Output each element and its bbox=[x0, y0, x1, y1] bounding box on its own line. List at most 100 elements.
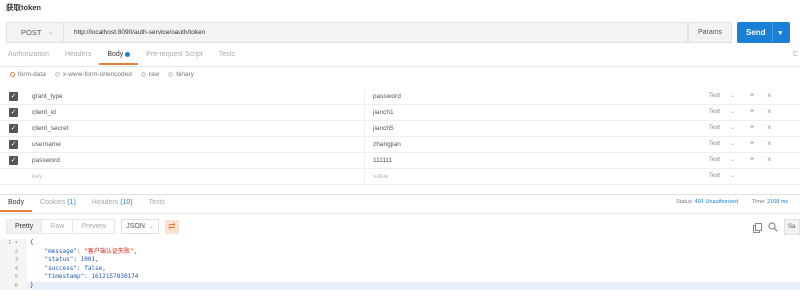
copy-icon[interactable] bbox=[753, 223, 762, 233]
type-select[interactable]: Text bbox=[709, 173, 720, 179]
bulk-edit-icon[interactable]: ≡ bbox=[750, 108, 754, 115]
chevron-down-icon: ⌄ bbox=[148, 224, 154, 230]
tab-count: (1) bbox=[67, 199, 76, 206]
chevron-down-icon[interactable]: ⌄ bbox=[730, 156, 735, 163]
window-title: 获取token bbox=[6, 3, 42, 12]
send-button[interactable]: Send ▾ bbox=[737, 22, 790, 43]
params-button[interactable]: Params bbox=[688, 22, 732, 43]
new-value-input[interactable]: value bbox=[373, 173, 389, 180]
type-select[interactable]: Text bbox=[709, 109, 720, 115]
status-label: Status: bbox=[676, 199, 694, 205]
language-select[interactable]: JSON ⌄ bbox=[121, 219, 159, 234]
format-preview[interactable]: Preview bbox=[72, 219, 116, 234]
chevron-down-icon[interactable]: ⌄ bbox=[730, 108, 735, 115]
radio-label: raw bbox=[148, 71, 160, 78]
code-line: } bbox=[30, 282, 34, 291]
divider bbox=[0, 213, 800, 214]
tab-headers[interactable]: Headers bbox=[57, 49, 99, 65]
type-select[interactable]: Text bbox=[709, 157, 720, 163]
format-raw[interactable]: Raw bbox=[41, 219, 73, 234]
tab-pre-request-script[interactable]: Pre-request Script bbox=[138, 49, 210, 65]
checkbox[interactable]: ✓ bbox=[9, 92, 18, 101]
form-key[interactable]: grant_type bbox=[32, 93, 63, 100]
radio-icon bbox=[168, 72, 174, 77]
bulk-edit-icon[interactable]: ≡ bbox=[750, 140, 754, 147]
body-indicator-dot bbox=[125, 51, 131, 57]
form-key[interactable]: client_secret bbox=[32, 125, 69, 132]
checkbox[interactable]: ✓ bbox=[9, 140, 18, 149]
close-icon[interactable]: × bbox=[767, 139, 772, 148]
column-divider bbox=[364, 169, 365, 185]
save-response-button[interactable]: Sa bbox=[784, 219, 800, 235]
form-value[interactable]: jianch1 bbox=[373, 109, 394, 116]
column-divider bbox=[364, 137, 365, 153]
tab-count: (10) bbox=[120, 199, 133, 206]
form-key[interactable]: password bbox=[32, 157, 60, 164]
radio-binary[interactable]: binary bbox=[168, 71, 194, 78]
line-number: 6 bbox=[0, 281, 27, 290]
status-value: 401 Unauthorized bbox=[694, 199, 739, 205]
column-divider bbox=[364, 121, 365, 137]
form-row: ✓ grant_type password Text ⌄ ≡ × bbox=[0, 89, 800, 105]
chevron-down-icon: ⌄ bbox=[47, 30, 53, 36]
chevron-down-icon[interactable]: ⌄ bbox=[730, 92, 735, 99]
chevron-down-icon[interactable]: ⌄ bbox=[730, 140, 735, 147]
bulk-edit-icon[interactable]: ≡ bbox=[750, 156, 754, 163]
method-select[interactable]: POST ⌄ bbox=[6, 22, 64, 43]
checkbox[interactable]: ✓ bbox=[9, 156, 18, 165]
form-value[interactable]: password bbox=[373, 93, 401, 100]
form-value[interactable]: 111111 bbox=[373, 157, 392, 164]
code-boolean: false bbox=[84, 264, 103, 272]
form-row-new: key value Text ⌄ bbox=[0, 169, 800, 185]
form-key[interactable]: client_id bbox=[32, 109, 56, 116]
radio-form-data[interactable]: form-data bbox=[10, 71, 46, 78]
line-number: 3 bbox=[0, 256, 27, 265]
response-tab-headers[interactable]: Headers (10) bbox=[84, 197, 141, 212]
code-key: "success" bbox=[44, 264, 77, 272]
language-label: JSON bbox=[126, 223, 145, 230]
type-select[interactable]: Text bbox=[709, 141, 720, 147]
code-string: "客户端认证失败" bbox=[84, 247, 134, 255]
chevron-down-icon[interactable]: ⌄ bbox=[730, 172, 735, 179]
chevron-down-icon[interactable]: ⌄ bbox=[730, 124, 735, 131]
close-icon[interactable]: × bbox=[767, 123, 772, 132]
tab-tests[interactable]: Tests bbox=[211, 49, 243, 65]
response-tab-body[interactable]: Body bbox=[0, 197, 32, 212]
close-icon[interactable]: × bbox=[767, 91, 772, 100]
code-key: "status" bbox=[44, 256, 74, 263]
tab-body-label: Body bbox=[107, 51, 124, 58]
response-body-code[interactable]: 1 ▾ { 2 "message": "客户端认证失败", 3 "status"… bbox=[0, 239, 800, 291]
checkbox[interactable]: ✓ bbox=[9, 124, 18, 133]
url-input[interactable]: http://localhost:8090/auth-service/oauth… bbox=[64, 22, 688, 43]
code-line: { bbox=[30, 239, 34, 248]
checkbox[interactable]: ✓ bbox=[9, 108, 18, 117]
response-tab-cookies[interactable]: Cookies (1) bbox=[32, 197, 84, 212]
form-value[interactable]: jianch5 bbox=[373, 125, 394, 132]
close-icon[interactable]: × bbox=[767, 107, 772, 116]
code-line: "timestamp": 1612157830174 bbox=[44, 273, 139, 280]
column-divider bbox=[364, 153, 365, 169]
form-key[interactable]: username bbox=[32, 141, 61, 148]
tab-body[interactable]: Body bbox=[99, 49, 139, 65]
chevron-down-icon[interactable]: ▾ bbox=[778, 29, 782, 37]
type-select[interactable]: Text bbox=[709, 93, 720, 99]
radio-urlencoded[interactable]: x-www-form-urlencoded bbox=[54, 71, 132, 78]
line-number: 2 bbox=[0, 247, 27, 256]
request-tabs: Authorization Headers Body Pre-request S… bbox=[0, 49, 243, 67]
new-key-input[interactable]: key bbox=[32, 173, 42, 180]
response-tab-tests[interactable]: Tests bbox=[141, 197, 173, 212]
wrap-lines-icon[interactable]: ⇄ bbox=[164, 219, 179, 234]
radio-raw[interactable]: raw bbox=[140, 71, 160, 78]
type-select[interactable]: Text bbox=[709, 125, 720, 131]
close-icon[interactable]: × bbox=[767, 155, 772, 164]
search-icon[interactable] bbox=[768, 222, 778, 232]
bulk-edit-icon[interactable]: ≡ bbox=[750, 92, 754, 99]
code-number: 1001 bbox=[80, 256, 96, 263]
bulk-edit-icon[interactable]: ≡ bbox=[750, 124, 754, 131]
tab-authorization[interactable]: Authorization bbox=[0, 49, 57, 65]
cookies-link[interactable]: C bbox=[793, 51, 798, 58]
time-value: 2168 ms bbox=[767, 199, 789, 205]
form-value[interactable]: zhangjian bbox=[373, 141, 401, 148]
code-token: { bbox=[30, 239, 34, 246]
format-pretty[interactable]: Pretty bbox=[6, 219, 42, 234]
